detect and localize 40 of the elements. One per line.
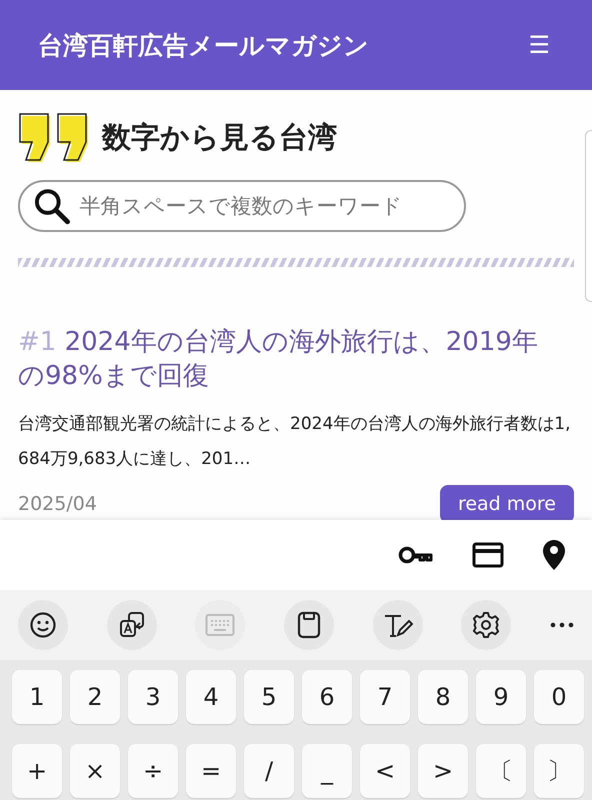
section-title: 数字から見る台湾 <box>102 119 337 156</box>
keyboard-key[interactable]: 5 <box>244 670 294 724</box>
keyboard-key[interactable]: 9 <box>476 670 526 724</box>
keyboard-key[interactable]: 4 <box>186 670 236 724</box>
emoji-button[interactable] <box>18 600 68 650</box>
search-field[interactable]: 半角スペースで複数のキーワード <box>79 194 454 218</box>
keyboard-key[interactable]: _ <box>302 744 352 798</box>
read-more-button[interactable]: read more <box>440 485 574 523</box>
keyboard-icon <box>205 613 236 637</box>
keyboard-key[interactable]: 3 <box>128 670 178 724</box>
article-date: 2025/04 <box>18 492 97 515</box>
location-pin-icon[interactable] <box>542 539 566 571</box>
keyboard-key[interactable]: 1 <box>12 670 62 724</box>
credit-card-icon[interactable] <box>472 542 504 568</box>
article-title[interactable]: #1 2024年の台湾人の海外旅行は、2019年の98%まで回復 <box>18 325 538 393</box>
menu-button[interactable]: ☰ <box>524 31 554 59</box>
keyboard-key[interactable]: 2 <box>70 670 120 724</box>
scrollbar[interactable] <box>585 130 592 302</box>
keyboard-key[interactable]: 0 <box>534 670 584 724</box>
settings-icon <box>472 611 500 639</box>
clipboard-icon <box>296 611 321 639</box>
smiley-icon <box>29 611 57 639</box>
translate-icon <box>118 611 146 639</box>
search-icon <box>32 186 72 226</box>
keyboard-key[interactable]: 7 <box>360 670 410 724</box>
keyboard-key[interactable]: + <box>12 744 62 798</box>
site-title: 台湾百軒広告メールマガジン <box>38 30 369 62</box>
keyboard-key[interactable]: 〔 <box>476 744 526 798</box>
keyboard-key[interactable]: ÷ <box>128 744 178 798</box>
keyboard-key[interactable]: 8 <box>418 670 468 724</box>
keyboard-key[interactable]: = <box>186 744 236 798</box>
search-box[interactable]: 半角スペースで複数のキーワード <box>18 180 466 232</box>
keyboard-key[interactable]: / <box>244 744 294 798</box>
keyboard-key[interactable]: > <box>418 744 468 798</box>
keyboard-key[interactable]: < <box>360 744 410 798</box>
keyboard-key[interactable]: 6 <box>302 670 352 724</box>
keyboard-key[interactable]: × <box>70 744 120 798</box>
article-excerpt: 台湾交通部観光署の統計によると、2024年の台湾人の海外旅行者数は1,684万9,683人に達し、201… <box>18 413 572 471</box>
keyboard-key[interactable]: 〕 <box>534 744 584 798</box>
more-icon[interactable] <box>550 622 574 628</box>
